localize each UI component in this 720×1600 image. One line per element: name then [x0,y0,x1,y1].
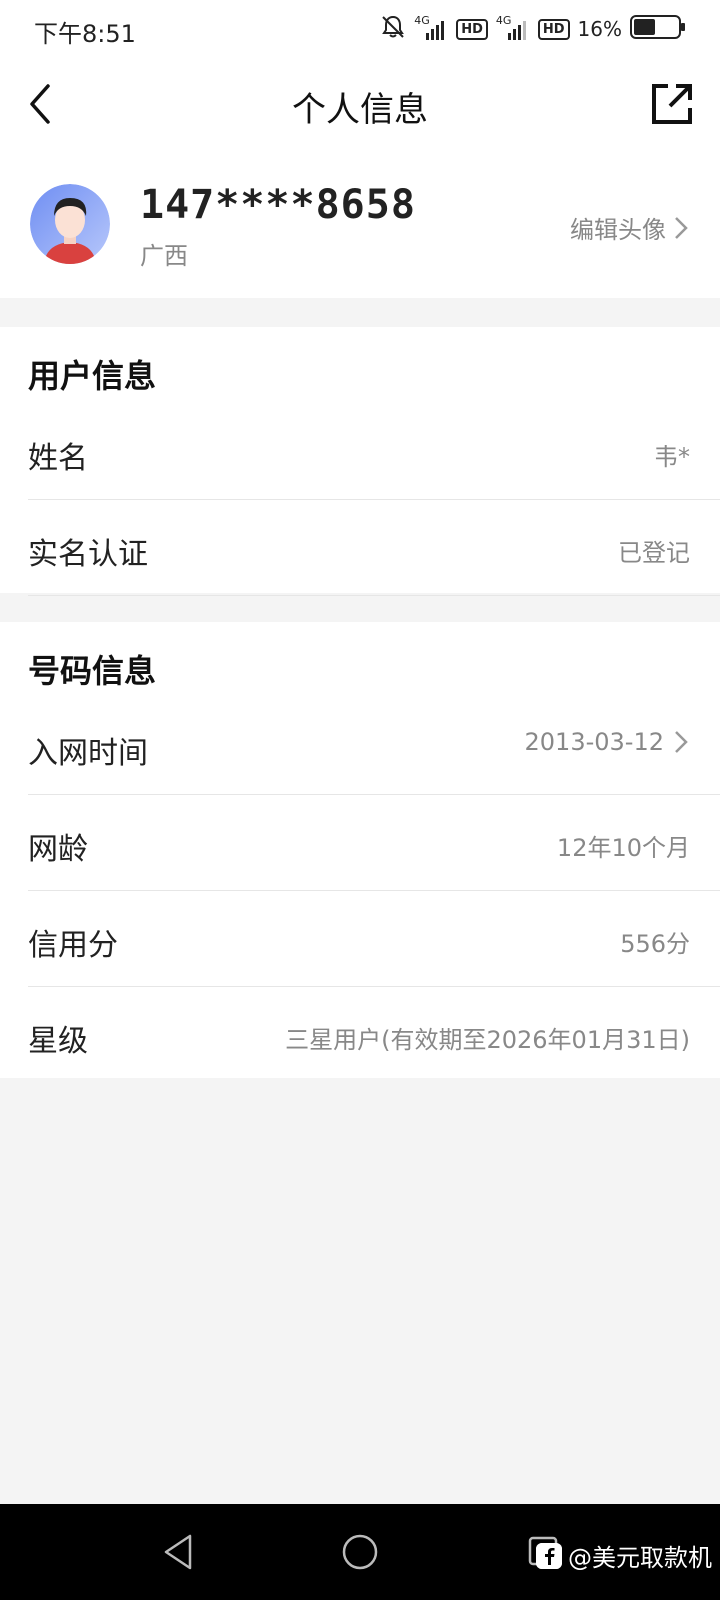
row-label: 实名认证 [28,537,148,572]
signal-icon: 4G [495,14,530,42]
row-network-join-date[interactable]: 入网时间 2013-03-12 [28,698,720,795]
status-time: 下午8:51 [34,20,136,48]
profile-header: 147****8658 广西 编辑头像 [0,150,720,298]
row-credit-score[interactable]: 信用分 556分 [28,890,720,987]
mute-bell-icon [380,14,406,44]
battery-icon [630,14,686,44]
row-label: 星级 [28,1024,88,1059]
share-button[interactable] [646,78,698,130]
join-date-value: 2013-03-12 [524,728,664,756]
verification-status: 已登记 [618,539,690,567]
row-label: 入网时间 [28,736,148,771]
watermark-logo-icon [536,1542,562,1569]
row-value: 2013-03-12 [525,728,690,756]
signal-icon: 4G [414,14,448,42]
row-value: 12年10个月 [557,828,690,863]
nav-home-icon [342,1534,378,1570]
row-value: 三星用户(有效期至2026年01月31日) [285,1020,690,1055]
top-app-bar: 个人信息 [0,58,720,150]
name-value: 韦* [654,443,690,471]
nav-back-button[interactable] [158,1530,202,1574]
system-nav-bar: @美元取款机 [0,1504,720,1600]
hd-badge: HD [537,18,570,40]
nav-home-button[interactable] [338,1530,382,1574]
page-title: 个人信息 [292,90,428,130]
user-info-section: 用户信息 姓名 韦* 实名认证 已登记 [0,327,720,596]
region-label: 广西 [140,242,188,270]
row-value: 韦* [654,437,690,472]
row-label: 网龄 [28,832,88,867]
section-title: 用户信息 [28,357,157,395]
row-name[interactable]: 姓名 韦* [28,403,720,500]
number-info-section: 号码信息 入网时间 2013-03-12 网龄 12年10个月 信用分 556分… [0,622,720,1078]
chevron-right-icon [675,731,688,753]
row-value: 已登记 [618,533,690,568]
edit-avatar-button[interactable]: 编辑头像 [570,210,690,245]
edit-avatar-label: 编辑头像 [570,216,666,244]
row-star-level[interactable]: 星级 三星用户(有效期至2026年01月31日) [28,986,720,1082]
watermark: @美元取款机 [536,1538,712,1573]
phone-number: 147****8658 [140,182,416,228]
nav-back-icon [164,1534,192,1570]
share-icon [652,84,692,124]
battery-percent: 16% [577,17,622,41]
status-bar: 下午8:51 4G HD 4G HD 16% [0,0,720,58]
network-type-label: 4G [495,14,512,27]
hd-badge: HD [456,18,488,40]
row-label: 信用分 [28,928,118,963]
row-value: 556分 [620,924,690,959]
watermark-text: @美元取款机 [568,1544,712,1572]
chevron-right-icon [675,216,688,239]
row-network-age[interactable]: 网龄 12年10个月 [28,794,720,891]
status-icons: 4G HD 4G HD 16% [380,12,686,46]
star-level-value: 三星用户(有效期至2026年01月31日) [285,1026,690,1054]
row-label: 姓名 [28,441,88,476]
row-realname-verification[interactable]: 实名认证 已登记 [28,499,720,596]
section-title: 号码信息 [28,652,157,690]
network-type-label: 4G [414,14,430,27]
credit-score-value: 556分 [620,930,690,958]
avatar[interactable] [30,184,110,264]
network-age-value: 12年10个月 [556,834,690,862]
user-avatar-icon [30,184,110,264]
